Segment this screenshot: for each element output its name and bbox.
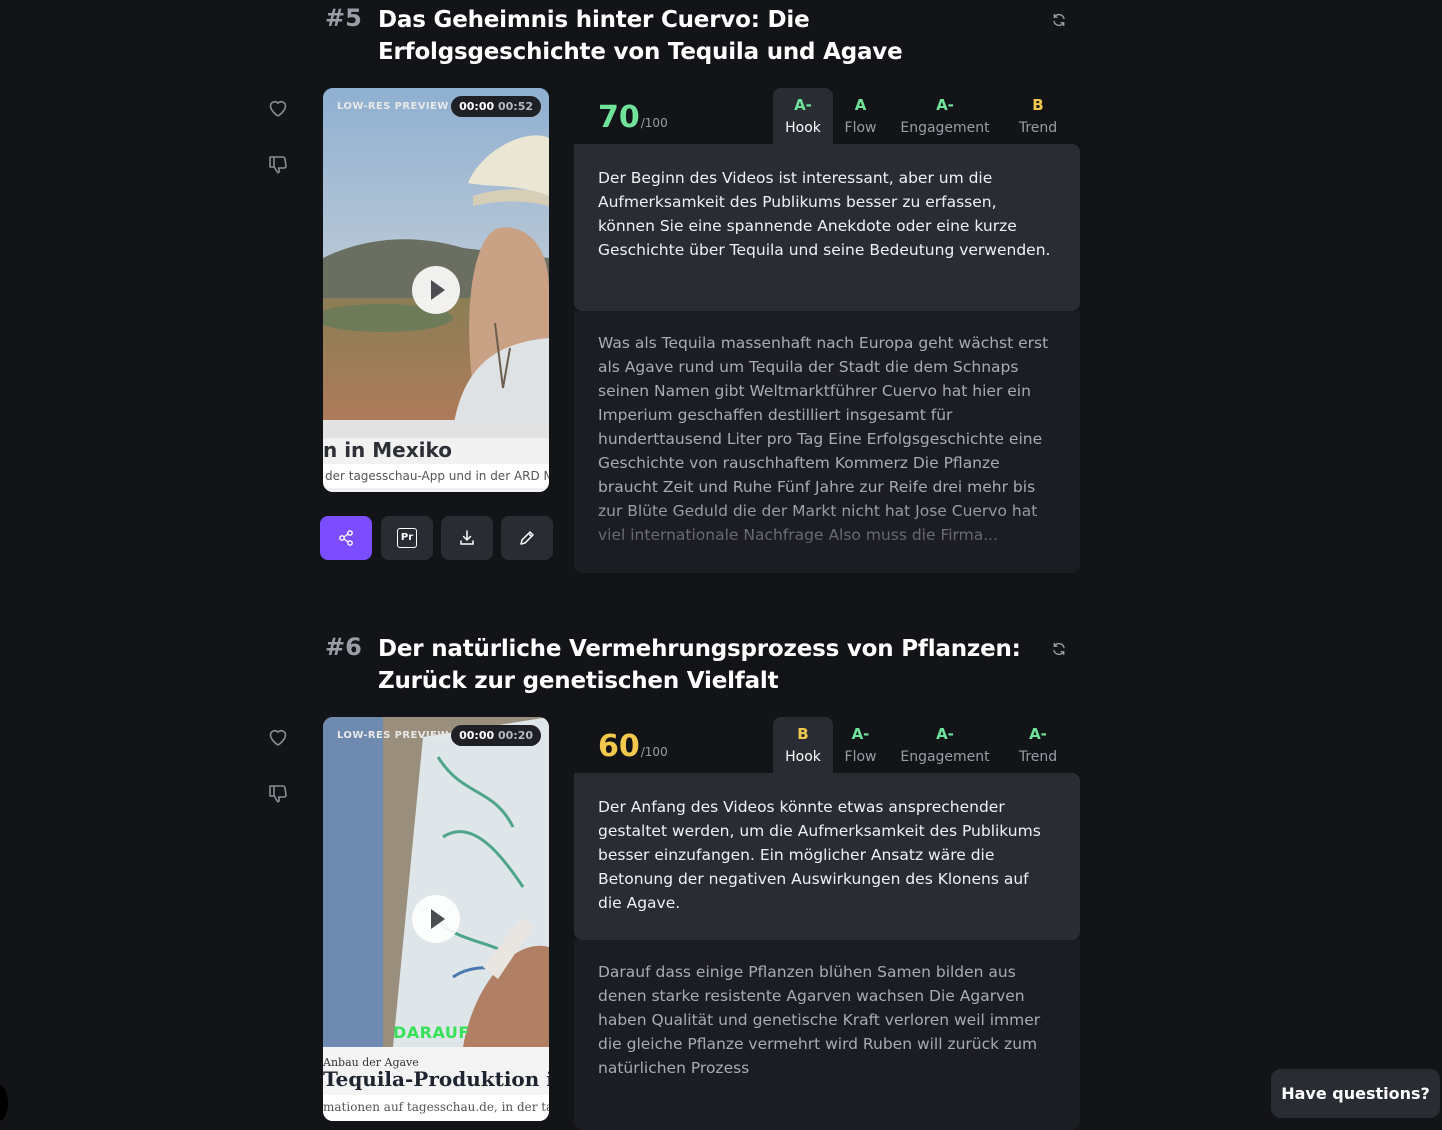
hook-feedback: Der Beginn des Videos ist interessant, a… <box>574 144 1080 311</box>
refresh-icon[interactable] <box>1051 641 1067 657</box>
clip-actions: Pr <box>320 516 553 560</box>
clip-card-6: #6 Der natürliche Vermehrungsprozess von… <box>269 629 1080 1130</box>
preview-label: LOW-RES PREVIEW <box>337 101 449 112</box>
tab-grade: A- <box>936 725 954 743</box>
tab-grade: A- <box>936 96 954 114</box>
thumbs-down-icon[interactable] <box>266 782 290 806</box>
score-max: /100 <box>640 116 668 130</box>
clip-header: #5 Das Geheimnis hinter Cuervo: Die Erfo… <box>320 0 1080 80</box>
score-max: /100 <box>640 745 668 759</box>
tab-flow[interactable]: A Flow <box>833 88 888 144</box>
tab-hook[interactable]: B Hook <box>773 717 833 773</box>
transcript-panel: Darauf dass einige Pflanzen blühen Samen… <box>574 940 1080 1130</box>
tab-grade: B <box>1032 96 1044 114</box>
transcript-fade <box>574 503 1080 573</box>
transcript-text: Darauf dass einige Pflanzen blühen Samen… <box>598 963 1041 1077</box>
heart-icon[interactable] <box>266 96 290 120</box>
heart-icon[interactable] <box>266 725 290 749</box>
tab-label: Flow <box>844 749 877 765</box>
clip-title: Der natürliche Vermehrungsprozess von Pf… <box>378 636 1021 694</box>
tab-engagement[interactable]: A- Engagement <box>891 88 999 144</box>
tab-grade: A <box>854 96 867 114</box>
preview-label: LOW-RES PREVIEW <box>337 730 449 741</box>
premiere-export-button[interactable]: Pr <box>381 516 433 560</box>
pencil-icon <box>520 531 534 545</box>
tab-flow[interactable]: A- Flow <box>833 717 888 773</box>
tab-label: Hook <box>785 120 821 136</box>
video-thumbnail[interactable]: LOW-RES PREVIEW 00:00 00:52 n in Mexiko … <box>323 88 549 492</box>
edit-button[interactable] <box>501 516 553 560</box>
share-icon <box>339 530 353 546</box>
tab-trend[interactable]: A- Trend <box>1008 717 1068 773</box>
overlay-title-strip: Tequila-Produktion in I <box>323 1067 549 1095</box>
time-display: 00:00 00:52 <box>451 96 541 117</box>
edge-handle <box>0 1085 8 1121</box>
clip-rank: #5 <box>325 4 362 32</box>
tab-label: Engagement <box>900 749 990 765</box>
clip-header: #6 Der natürliche Vermehrungsprozess von… <box>320 629 1080 709</box>
overlay-title: Tequila-Produktion in I <box>323 1067 549 1091</box>
premiere-icon: Pr <box>397 528 417 548</box>
tab-hook[interactable]: A- Hook <box>773 88 833 144</box>
download-button[interactable] <box>441 516 493 560</box>
overlay-caption-strip: mationen auf tagesschau.de, in der tage <box>323 1095 549 1121</box>
overlay-caption: der tagesschau-App und in der ARD Med <box>325 469 549 483</box>
caption-highlight: DARAUF <box>393 1023 470 1042</box>
grade-tabs: B Hook A- Flow A- Engagement A- Trend <box>773 717 1080 773</box>
share-button[interactable] <box>320 516 372 560</box>
score-value: 60 <box>598 729 640 764</box>
virality-score: 70/100 <box>598 100 668 135</box>
refresh-icon[interactable] <box>1051 12 1067 28</box>
overlay-title: n in Mexiko <box>323 438 452 462</box>
play-button[interactable] <box>412 895 460 943</box>
hook-feedback: Der Anfang des Videos könnte etwas anspr… <box>574 773 1080 940</box>
time-current: 00:00 <box>459 729 495 742</box>
tab-label: Trend <box>1018 120 1058 136</box>
tab-grade: A- <box>1029 725 1047 743</box>
transcript-panel: Was als Tequila massenhaft nach Europa g… <box>574 311 1080 573</box>
time-current: 00:00 <box>459 100 495 113</box>
clip-title: Das Geheimnis hinter Cuervo: Die Erfolgs… <box>378 7 903 65</box>
clip-rank: #6 <box>325 633 362 661</box>
tab-label: Engagement <box>900 120 990 136</box>
overlay-caption: mationen auf tagesschau.de, in der tage <box>323 1100 549 1114</box>
overlay-caption-strip: der tagesschau-App und in der ARD Med <box>323 464 549 488</box>
tab-grade: A- <box>851 725 870 743</box>
time-total: 00:20 <box>497 729 533 742</box>
play-button[interactable] <box>412 266 460 314</box>
tab-label: Trend <box>1018 749 1058 765</box>
tab-grade: B <box>797 725 809 743</box>
overlay-title-strip: n in Mexiko <box>323 438 549 462</box>
tab-grade: A- <box>794 96 812 114</box>
video-thumbnail[interactable]: LOW-RES PREVIEW 00:00 00:20 DARAUF Anbau… <box>323 717 549 1121</box>
download-icon <box>460 530 474 545</box>
tab-trend[interactable]: B Trend <box>1008 88 1068 144</box>
tab-engagement[interactable]: A- Engagement <box>891 717 999 773</box>
thumbs-down-icon[interactable] <box>266 153 290 177</box>
score-value: 70 <box>598 100 640 135</box>
time-display: 00:00 00:20 <box>451 725 541 746</box>
grade-tabs: A- Hook A Flow A- Engagement B Trend <box>773 88 1080 144</box>
time-total: 00:52 <box>497 100 533 113</box>
tab-label: Flow <box>844 120 877 136</box>
tab-label: Hook <box>785 749 821 765</box>
help-chat-button[interactable]: Have questions? <box>1271 1069 1440 1118</box>
virality-score: 60/100 <box>598 729 668 764</box>
